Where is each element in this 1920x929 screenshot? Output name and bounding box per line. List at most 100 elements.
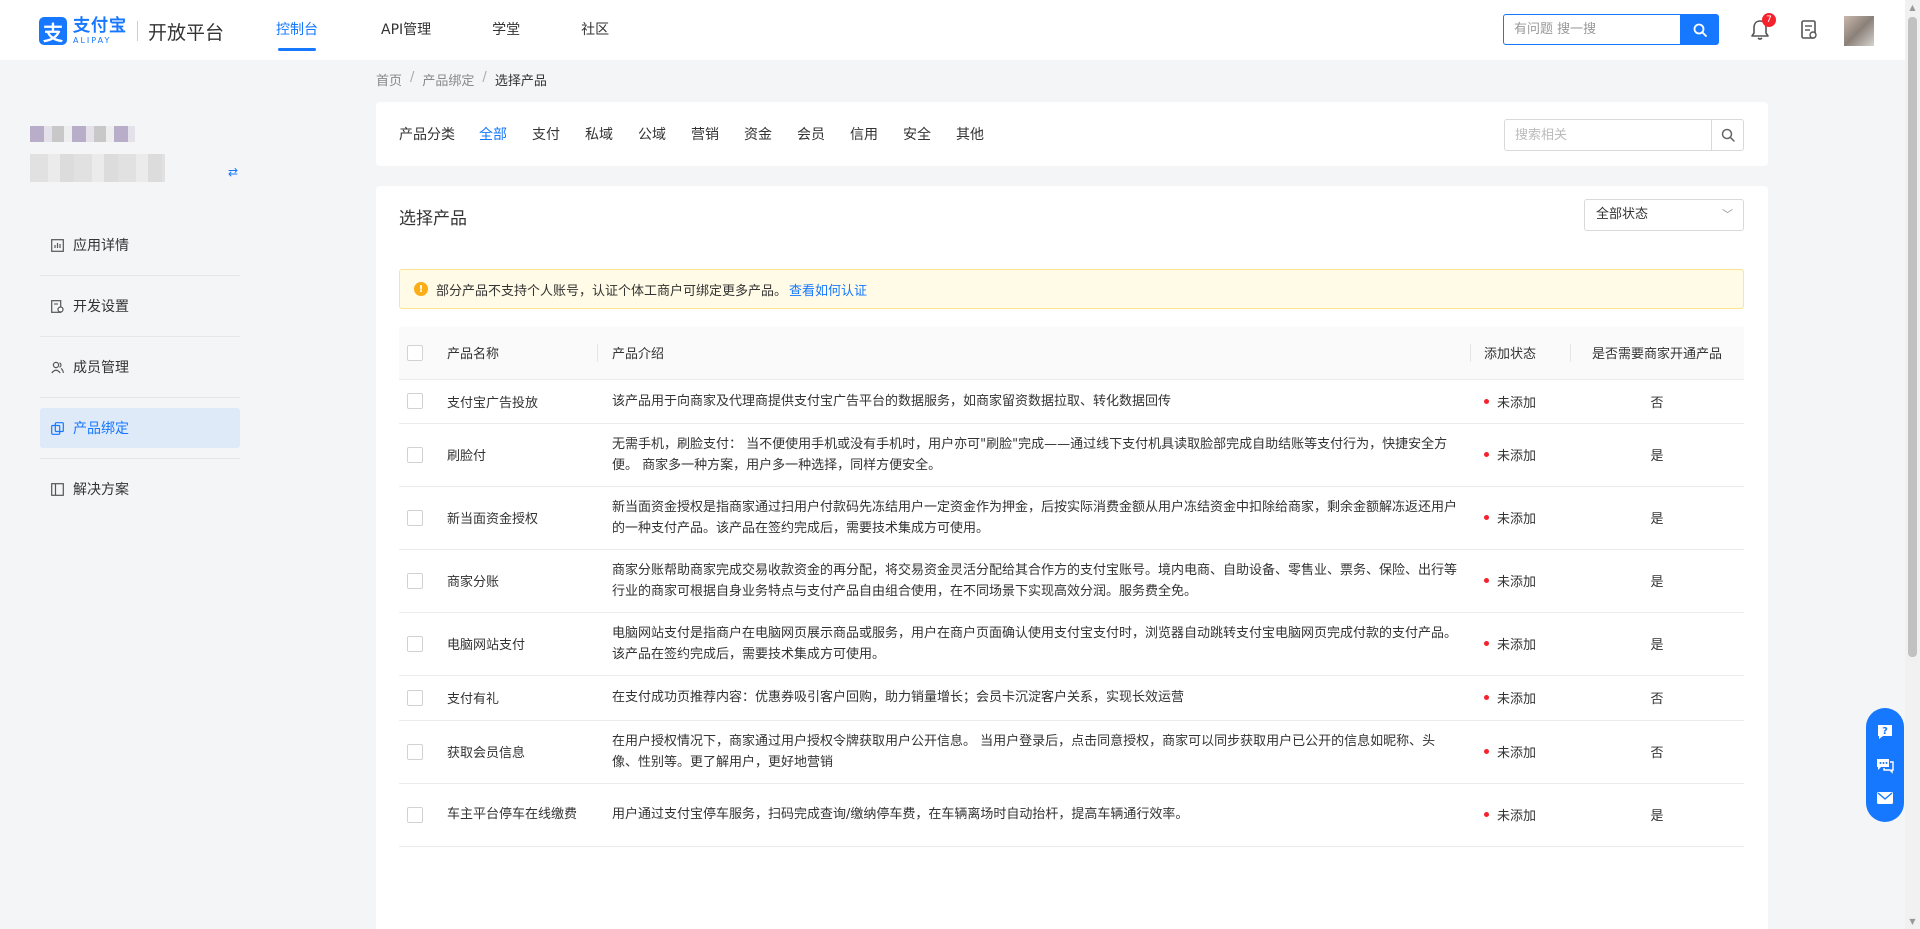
row-checkbox-cell <box>399 379 447 424</box>
breadcrumb-separator: / <box>410 70 415 85</box>
row-checkbox[interactable] <box>407 806 423 823</box>
product-name-link[interactable]: 商家分账 <box>447 549 597 613</box>
chat-icon[interactable] <box>1874 754 1896 776</box>
header-product-desc: 产品介绍 <box>597 327 1470 380</box>
page-title: 选择产品 <box>399 209 467 229</box>
category-marketing[interactable]: 营销 <box>691 124 719 144</box>
product-search <box>1504 119 1748 151</box>
table-row: 刷脸付 无需手机，刷脸支付： 当不便使用手机或没有手机时，用户亦可"刷脸"完成—… <box>399 423 1744 487</box>
switch-app-icon[interactable]: ⇄ <box>228 165 238 179</box>
scrollbar-thumb[interactable] <box>1908 17 1917 657</box>
product-name-link[interactable]: 支付有礼 <box>447 675 597 721</box>
sidebar-item-product-binding[interactable]: 产品绑定 <box>40 408 240 459</box>
product-description: 新当面资金授权是指商家通过扫用户付款码先冻结用户一定资金作为押金，后按实际消费金… <box>597 486 1470 550</box>
product-name-link[interactable]: 获取会员信息 <box>447 720 597 784</box>
header-product-name: 产品名称 <box>447 327 597 380</box>
scroll-down-icon[interactable]: ▼ <box>1905 914 1920 929</box>
category-all[interactable]: 全部 <box>479 124 507 144</box>
product-name-link[interactable]: 车主平台停车在线缴费 <box>447 783 597 847</box>
chevron-down-icon: ﹀ <box>1722 208 1733 221</box>
status-wrap: 未添加 <box>1484 508 1570 527</box>
status-wrap: 未添加 <box>1484 445 1570 464</box>
row-checkbox[interactable] <box>407 572 423 589</box>
status-text: 未添加 <box>1497 809 1537 824</box>
category-credit[interactable]: 信用 <box>850 124 878 144</box>
sidebar: ⇄ 应用详情 开发设置 成员管理 产品绑定 解决方案 <box>0 60 260 929</box>
row-checkbox[interactable] <box>407 689 423 706</box>
avatar[interactable] <box>1844 16 1874 46</box>
category-security[interactable]: 安全 <box>903 124 931 144</box>
need-merchant-value: 是 <box>1570 423 1744 487</box>
category-membership[interactable]: 会员 <box>797 124 825 144</box>
status-text: 未添加 <box>1497 692 1537 707</box>
product-name-link[interactable]: 支付宝广告投放 <box>447 379 597 424</box>
search-icon <box>1721 128 1735 142</box>
category-other[interactable]: 其他 <box>956 124 984 144</box>
row-checkbox[interactable] <box>407 446 423 463</box>
sidebar-item-dev-settings[interactable]: 开发设置 <box>40 286 240 337</box>
main-nav: 控制台 API管理 学堂 社区 <box>276 0 652 60</box>
sidebar-item-app-details[interactable]: 应用详情 <box>40 225 240 276</box>
row-checkbox[interactable] <box>407 393 423 409</box>
row-checkbox[interactable] <box>407 635 423 652</box>
header-select-all <box>399 327 447 380</box>
notice-link[interactable]: 查看如何认证 <box>789 280 867 299</box>
need-merchant-value: 是 <box>1570 549 1744 613</box>
product-list-card: 选择产品 全部状态 ﹀ ! 部分产品不支持个人账号，认证个体工商户可绑定更多产品… <box>376 186 1768 929</box>
category-private-domain[interactable]: 私域 <box>585 124 613 144</box>
row-checkbox-cell <box>399 423 447 487</box>
app-name-blurred <box>30 126 135 142</box>
status-dot-icon <box>1484 641 1489 646</box>
status-text: 未添加 <box>1497 638 1537 653</box>
row-checkbox-cell <box>399 612 447 676</box>
nav-community[interactable]: 社区 <box>563 0 627 60</box>
notification-badge: 7 <box>1762 13 1776 27</box>
status-wrap: 未添加 <box>1484 742 1570 761</box>
header-need-merchant: 是否需要商家开通产品 <box>1570 327 1744 380</box>
product-description: 在用户授权情况下，商家通过用户授权令牌获取用户公开信息。 当用户登录后，点击同意… <box>597 720 1470 784</box>
status-dot-icon <box>1484 812 1489 817</box>
table-row: 新当面资金授权 新当面资金授权是指商家通过扫用户付款码先冻结用户一定资金作为押金… <box>399 486 1744 550</box>
top-navbar: 支 支付宝 ALIPAY 开放平台 控制台 API管理 学堂 社区 7 <box>0 0 1905 60</box>
product-search-button[interactable] <box>1712 119 1744 151</box>
table-row: 商家分账 商家分账帮助商家完成交易收款资金的再分配，将交易资金灵活分配给其合作方… <box>399 549 1744 613</box>
status-cell: 未添加 <box>1470 486 1570 550</box>
nav-console[interactable]: 控制台 <box>276 0 318 60</box>
category-funds[interactable]: 资金 <box>744 124 772 144</box>
top-search-input[interactable] <box>1503 14 1681 45</box>
product-name-link[interactable]: 刷脸付 <box>447 423 597 487</box>
help-icon[interactable]: ? <box>1874 721 1896 743</box>
link-icon <box>50 421 64 435</box>
status-filter-select[interactable]: 全部状态 ﹀ <box>1584 199 1744 231</box>
settings-doc-icon <box>50 299 64 313</box>
table-row: 支付宝广告投放 该产品用于向商家及代理商提供支付宝广告平台的数据服务，如商家留资… <box>399 379 1744 424</box>
category-public-domain[interactable]: 公域 <box>638 124 666 144</box>
status-wrap: 未添加 <box>1484 392 1570 411</box>
row-checkbox[interactable] <box>407 743 423 760</box>
sidebar-item-solutions[interactable]: 解决方案 <box>40 469 240 509</box>
sidebar-item-members[interactable]: 成员管理 <box>40 347 240 398</box>
breadcrumb: 首页 / 产品绑定 / 选择产品 <box>376 70 547 89</box>
need-merchant-value: 否 <box>1570 379 1744 424</box>
nav-academy[interactable]: 学堂 <box>474 0 538 60</box>
status-text: 未添加 <box>1497 395 1537 411</box>
status-cell: 未添加 <box>1470 379 1570 424</box>
alipay-logo[interactable]: 支 支付宝 ALIPAY 开放平台 <box>39 17 224 45</box>
nav-api[interactable]: API管理 <box>363 0 449 60</box>
scroll-up-icon[interactable]: ▲ <box>1905 0 1920 15</box>
breadcrumb-home[interactable]: 首页 <box>376 70 402 89</box>
row-checkbox[interactable] <box>407 509 423 526</box>
document-icon[interactable] <box>1799 19 1819 41</box>
category-payment[interactable]: 支付 <box>532 124 560 144</box>
status-text: 未添加 <box>1497 449 1537 464</box>
status-select-value: 全部状态 <box>1596 207 1649 222</box>
top-search-button[interactable] <box>1681 14 1719 45</box>
product-name-link[interactable]: 新当面资金授权 <box>447 486 597 550</box>
status-dot-icon <box>1484 695 1489 700</box>
page-scrollbar[interactable]: ▲ ▼ <box>1905 0 1920 929</box>
feedback-icon[interactable] <box>1874 787 1896 809</box>
select-all-checkbox[interactable] <box>407 344 423 361</box>
breadcrumb-product-binding[interactable]: 产品绑定 <box>422 70 474 89</box>
product-search-input[interactable] <box>1504 119 1712 151</box>
product-name-link[interactable]: 电脑网站支付 <box>447 612 597 676</box>
